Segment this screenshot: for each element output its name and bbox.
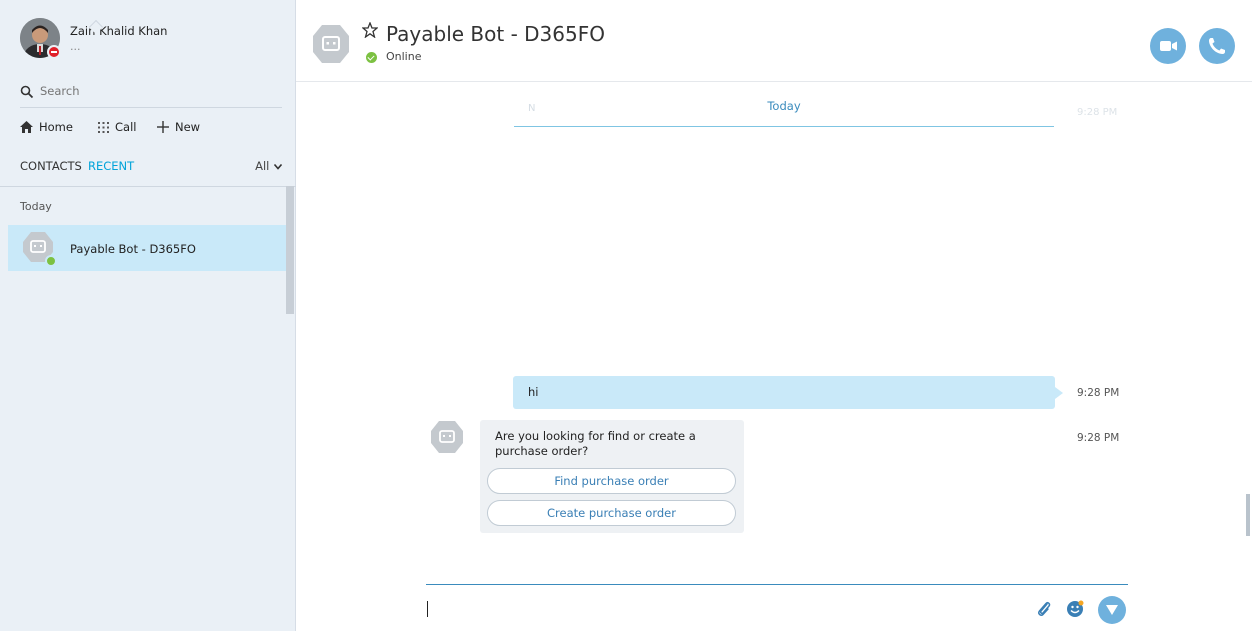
date-separator: N Today [514,99,1054,127]
online-status-icon [366,52,377,63]
divider [0,186,296,187]
audio-call-button[interactable] [1199,28,1235,64]
phone-icon [1209,38,1225,54]
scrollbar[interactable] [286,186,294,314]
chevron-down-icon [273,163,283,170]
section-header: Today [20,200,52,213]
home-button[interactable]: Home [20,120,73,134]
text-cursor [427,601,428,617]
profile-name: Zain Khalid Khan [70,24,168,38]
message-composer[interactable] [426,584,1128,629]
send-button[interactable] [1098,596,1126,624]
home-label: Home [39,120,73,134]
bot-message-card: Are you looking for find or create a pur… [480,420,744,533]
profile-mood[interactable]: ... [70,40,81,53]
emoji-icon[interactable] [1066,600,1084,618]
star-icon[interactable] [362,22,378,38]
message-text: Are you looking for find or create a pur… [495,429,696,458]
outgoing-message[interactable]: hi [513,376,1063,409]
message-timestamp: 9:28 PM [1077,432,1120,444]
search-box[interactable] [20,82,282,108]
search-input[interactable] [40,84,260,98]
sidebar: Zain Khalid Khan ... Home Call [0,0,296,631]
contact-tabs: CONTACTS RECENT All [20,159,283,179]
new-label: New [175,120,201,134]
tab-contacts[interactable]: CONTACTS [20,159,82,173]
message-timestamp: 9:28 PM [1077,387,1120,399]
find-purchase-order-button[interactable]: Find purchase order [487,468,736,494]
nav-row: Home Call New [20,120,282,140]
plus-icon [157,121,169,133]
status-text: Online [386,50,422,63]
tab-recent[interactable]: RECENT [88,159,134,173]
contact-name: Payable Bot - D365FO [70,242,196,256]
message-text: hi [528,385,539,399]
send-icon [1106,605,1118,615]
home-icon [20,121,33,133]
bot-avatar-icon [431,421,463,453]
bubble-tail [1055,387,1063,399]
search-icon [20,85,34,99]
scrollbar[interactable] [1246,494,1250,536]
page-title: Payable Bot - D365FO [386,22,605,46]
call-button[interactable]: Call [98,120,136,134]
video-call-button[interactable] [1150,28,1186,64]
create-purchase-order-button[interactable]: Create purchase order [487,500,736,526]
filter-label: All [255,159,270,173]
date-label: Today [767,99,801,113]
busy-status-icon [47,45,61,59]
video-call-icon [1160,41,1177,51]
new-button[interactable]: New [157,120,200,134]
dialpad-icon [98,121,109,133]
filter-dropdown[interactable]: All [255,159,283,173]
call-label: Call [115,120,137,134]
bot-avatar-icon [313,25,349,63]
user-profile[interactable]: Zain Khalid Khan ... [20,18,280,62]
faded-timestamp: 9:28 PM [1077,107,1118,118]
paperclip-icon[interactable] [1035,600,1053,618]
list-item[interactable]: Payable Bot - D365FO [8,225,286,271]
conversation-header: Payable Bot - D365FO Online [296,0,1252,82]
online-status-icon [45,255,57,267]
